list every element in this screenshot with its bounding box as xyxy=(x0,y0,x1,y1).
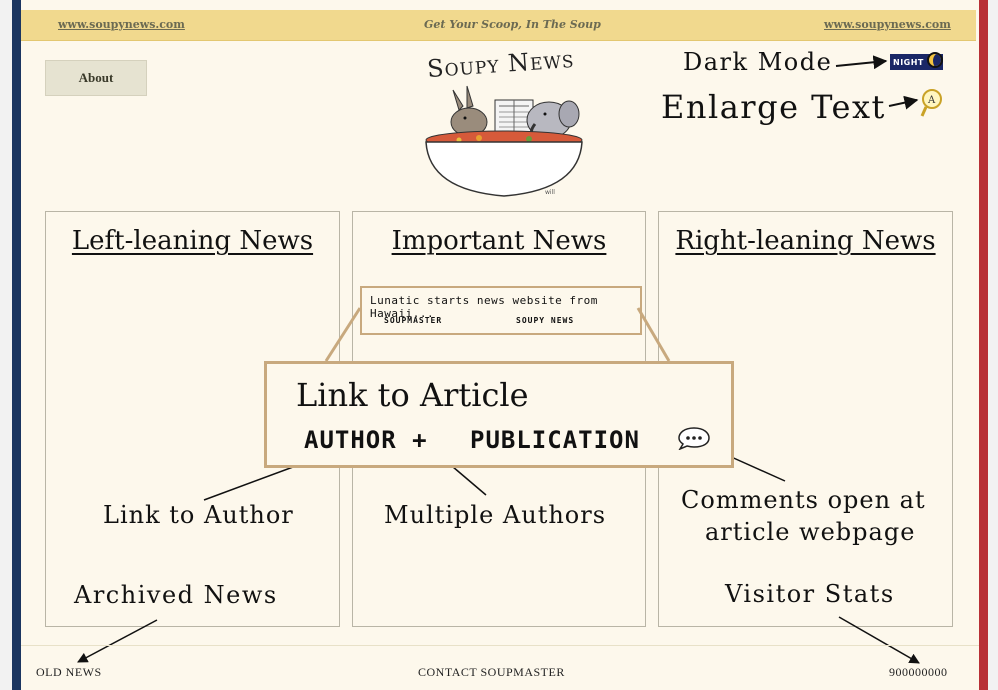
article-zoom-callout: Link to Article AUTHOR + PUBLICATION xyxy=(264,361,734,468)
right-edge xyxy=(988,0,998,690)
contact-link[interactable]: CONTACT SOUPMASTER xyxy=(418,665,565,680)
visitor-stats-annotation: Visitor Stats xyxy=(725,580,895,608)
page: www.soupynews.com Get Your Scoop, In The… xyxy=(21,0,979,690)
zoom-author-label[interactable]: AUTHOR xyxy=(304,426,397,454)
zoom-article-link[interactable]: Link to Article xyxy=(296,376,529,414)
zoom-plus-label: + xyxy=(412,426,428,454)
zoom-author-link[interactable]: AUTHOR + xyxy=(304,426,428,454)
link-to-author-annotation: Link to Author xyxy=(103,501,294,529)
multiple-authors-annotation: Multiple Authors xyxy=(384,501,607,529)
visitor-counter: 900000000 xyxy=(889,665,948,679)
footer-divider xyxy=(21,645,979,646)
old-news-link[interactable]: OLD NEWS xyxy=(36,665,102,680)
left-edge xyxy=(0,0,21,690)
speech-bubble-icon[interactable] xyxy=(678,426,710,450)
left-blue-stripe xyxy=(12,0,21,690)
comments-annotation-line1: Comments open at xyxy=(681,486,926,514)
zoom-publication: PUBLICATION xyxy=(470,426,640,454)
comments-annotation-line2: article webpage xyxy=(705,518,916,546)
archived-news-annotation: Archived News xyxy=(74,581,278,609)
right-red-stripe xyxy=(979,0,988,690)
